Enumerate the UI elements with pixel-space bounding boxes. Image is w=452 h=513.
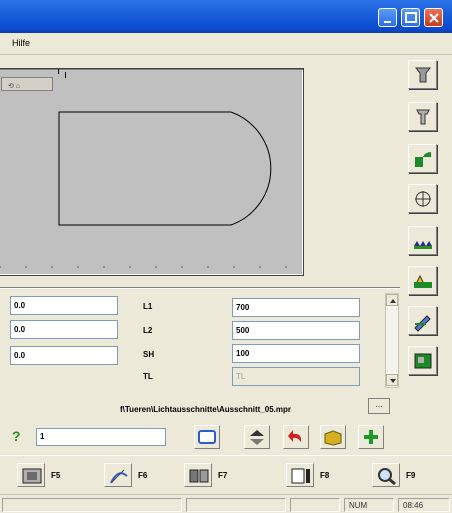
close-button[interactable] xyxy=(424,8,443,27)
undo-button[interactable] xyxy=(283,425,309,449)
tool-drill-top-button[interactable] xyxy=(408,60,437,89)
tool-circle-button[interactable] xyxy=(408,184,437,213)
file-path-label: f\Tueren\Lichtausschnitte\Ausschnitt_05.… xyxy=(120,405,291,414)
tool-pencil-button[interactable] xyxy=(408,306,437,335)
param-field-l1[interactable]: 700 xyxy=(232,298,360,317)
status-panel-main xyxy=(2,498,182,512)
tools-icon[interactable] xyxy=(184,463,212,487)
minimize-button[interactable] xyxy=(378,8,397,27)
parameter-scrollbar[interactable] xyxy=(385,293,399,388)
scroll-up-arrow[interactable] xyxy=(386,294,398,306)
browse-button[interactable]: ... xyxy=(368,398,390,414)
book-button[interactable] xyxy=(320,425,346,449)
param-label-l1: L1 xyxy=(143,302,153,311)
tool-component-button[interactable] xyxy=(408,346,437,375)
left-value-field-1[interactable]: 0.0 xyxy=(10,296,118,315)
fkey-label-f9: F9 xyxy=(406,471,416,480)
fkey-label-f6: F6 xyxy=(138,471,148,480)
param-field-l2[interactable]: 500 xyxy=(232,321,360,340)
drawing-canvas[interactable]: ⟲ ⌂ xyxy=(0,68,304,276)
fkey-label-f8: F8 xyxy=(320,471,330,480)
tool-contour-button[interactable] xyxy=(408,144,437,173)
up-down-arrows-button[interactable] xyxy=(244,425,270,449)
param-field-tl: TL xyxy=(232,367,360,386)
param-field-sh[interactable]: 100 xyxy=(232,344,360,363)
param-label-l2: L2 xyxy=(143,326,153,335)
title-bar xyxy=(0,0,452,33)
magnifier-icon[interactable] xyxy=(372,463,400,487)
status-bar: NUM 08:46 xyxy=(0,494,452,513)
scroll-down-arrow[interactable] xyxy=(386,374,398,386)
fkey-label-f5: F5 xyxy=(51,471,61,480)
machine-icon[interactable] xyxy=(17,463,45,487)
status-time: 08:46 xyxy=(398,498,450,512)
maximize-button[interactable] xyxy=(401,8,420,27)
status-panel-2 xyxy=(186,498,286,512)
fkey-label-f7: F7 xyxy=(218,471,228,480)
section-divider xyxy=(0,287,400,289)
status-panel-3 xyxy=(290,498,340,512)
status-num: NUM xyxy=(344,498,394,512)
menu-item-hilfe[interactable]: Hilfe xyxy=(12,38,30,48)
left-value-field-3[interactable]: 0.0 xyxy=(10,346,118,365)
param-label-sh: SH xyxy=(143,350,155,359)
left-value-field-2[interactable]: 0.0 xyxy=(10,320,118,339)
question-icon: ? xyxy=(12,428,21,444)
blank-shape-button[interactable] xyxy=(194,425,220,449)
add-button[interactable] xyxy=(358,425,384,449)
application-window: Hilfe ⟲ ⌂ 0.0 0.0 0.0 L1 L2 SH TL 700 50… xyxy=(0,0,452,513)
param-label-tl: TL xyxy=(143,372,153,381)
command-input[interactable]: 1 xyxy=(36,428,166,446)
edit-curve-icon[interactable] xyxy=(104,463,132,487)
cutout-drawing xyxy=(0,69,303,268)
window-export-icon[interactable] xyxy=(286,463,314,487)
tool-groove-button[interactable] xyxy=(408,266,437,295)
menu-bar: Hilfe xyxy=(0,33,452,55)
tool-saw-button[interactable] xyxy=(408,226,437,255)
tool-drill-side-button[interactable] xyxy=(408,102,437,131)
